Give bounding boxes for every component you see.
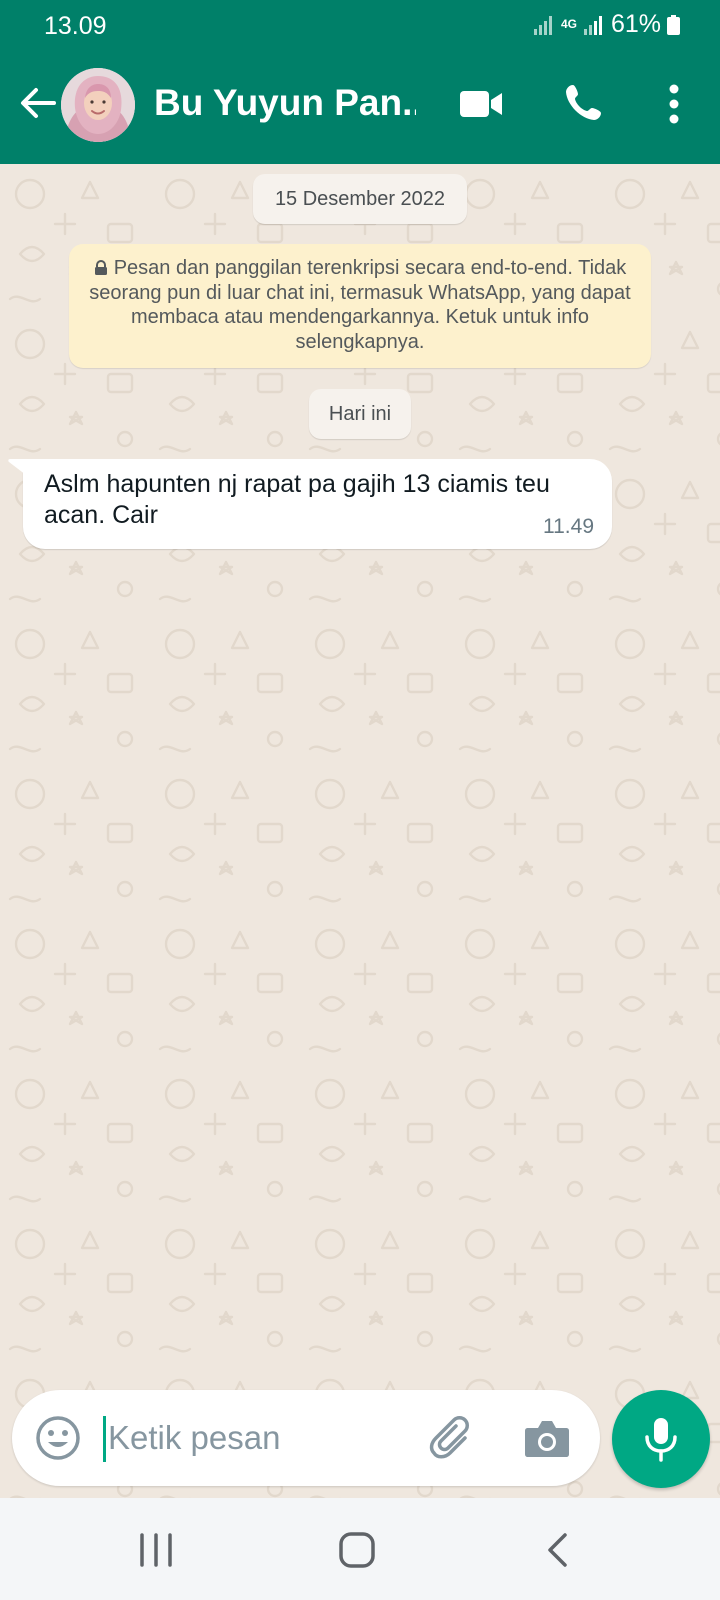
chat-area[interactable]: 15 Desember 2022 Pesan dan panggilan ter… <box>0 164 720 1498</box>
message-time: 11.49 <box>543 515 594 538</box>
camera-icon[interactable] <box>524 1416 570 1460</box>
contact-name[interactable]: Bu Yuyun Pan... <box>154 82 416 124</box>
home-icon[interactable] <box>337 1530 377 1570</box>
date-chip: 15 Desember 2022 <box>253 174 467 224</box>
incoming-message-bubble[interactable]: Aslm hapunten nj rapat pa gajih 13 ciami… <box>8 459 612 549</box>
lock-icon <box>94 260 107 275</box>
emoji-icon[interactable] <box>34 1414 82 1462</box>
back-arrow-icon[interactable] <box>16 82 58 124</box>
phone-icon[interactable] <box>564 82 604 122</box>
status-bar: 13.09 4G 61% <box>0 0 720 52</box>
battery-icon <box>667 14 680 35</box>
today-chip: Hari ini <box>309 389 411 439</box>
network-type: 4G <box>560 17 577 31</box>
app-bar: Bu Yuyun Pan... <box>0 58 720 154</box>
top-bar: 13.09 4G 61% Bu Yuyun Pan... <box>0 0 720 164</box>
signal-icon-2 <box>583 15 602 35</box>
status-time: 13.09 <box>44 12 107 40</box>
system-nav-bar <box>0 1498 720 1600</box>
message-text: Aslm hapunten nj rapat pa gajih 13 ciami… <box>44 470 550 529</box>
more-options-icon[interactable] <box>660 82 688 126</box>
signal-icon <box>533 15 552 35</box>
contact-avatar[interactable] <box>61 68 135 142</box>
paperclip-icon[interactable] <box>428 1414 478 1464</box>
battery-percent: 61% <box>610 10 661 38</box>
video-call-icon[interactable] <box>458 86 504 122</box>
status-indicators: 4G 61% <box>533 10 680 39</box>
message-input[interactable] <box>108 1412 408 1464</box>
recent-apps-icon[interactable] <box>136 1532 176 1568</box>
message-composer <box>12 1390 600 1486</box>
bubble-tail <box>8 459 26 475</box>
text-cursor <box>103 1416 106 1462</box>
mic-button[interactable] <box>612 1390 710 1488</box>
encryption-notice-text: Pesan dan panggilan terenkripsi secara e… <box>89 257 631 353</box>
avatar-image <box>61 68 135 142</box>
nav-back-icon[interactable] <box>545 1532 571 1568</box>
mic-icon <box>645 1418 677 1462</box>
encryption-notice[interactable]: Pesan dan panggilan terenkripsi secara e… <box>69 244 651 368</box>
